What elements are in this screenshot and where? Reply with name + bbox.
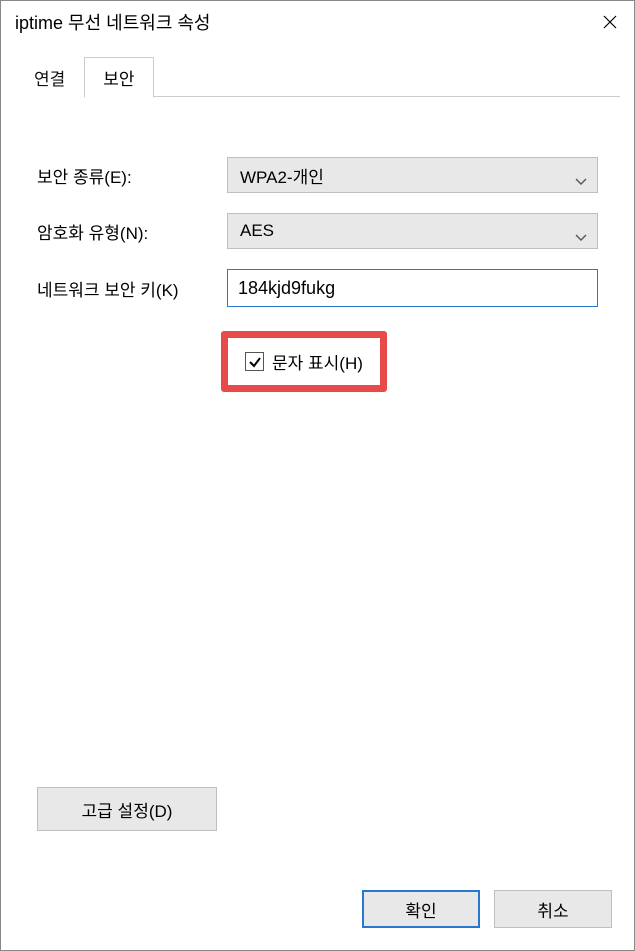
row-network-key: 네트워크 보안 키(K) [37, 269, 598, 307]
network-properties-window: iptime 무선 네트워크 속성 연결 보안 보안 종류(E): WPA2-개… [0, 0, 635, 951]
tab-connection[interactable]: 연결 [15, 57, 84, 97]
select-security-type-value: WPA2-개인 [240, 163, 324, 188]
tab-security-label: 보안 [103, 70, 134, 89]
ok-button-label: 확인 [405, 897, 436, 922]
row-encryption: 암호화 유형(N): AES [37, 213, 598, 249]
advanced-settings-button[interactable]: 고급 설정(D) [37, 787, 217, 831]
titlebar: iptime 무선 네트워크 속성 [1, 1, 634, 43]
tab-security[interactable]: 보안 [84, 57, 153, 98]
label-security-type: 보안 종류(E): [37, 163, 227, 188]
label-network-key: 네트워크 보안 키(K) [37, 276, 227, 301]
select-encryption-value: AES [240, 221, 274, 241]
chevron-down-icon [575, 227, 587, 235]
tab-connection-label: 연결 [34, 70, 65, 89]
window-title: iptime 무선 네트워크 속성 [15, 9, 211, 35]
select-security-type[interactable]: WPA2-개인 [227, 157, 598, 193]
input-network-key[interactable] [227, 269, 598, 307]
cancel-button-label: 취소 [537, 897, 568, 922]
row-show-characters[interactable]: 문자 표시(H) [227, 337, 381, 386]
label-show-characters: 문자 표시(H) [272, 349, 363, 374]
chevron-down-icon [575, 171, 587, 179]
row-security-type: 보안 종류(E): WPA2-개인 [37, 157, 598, 193]
tabstrip: 연결 보안 [1, 43, 634, 97]
select-encryption[interactable]: AES [227, 213, 598, 249]
cancel-button[interactable]: 취소 [494, 890, 612, 928]
tab-content-security: 보안 종류(E): WPA2-개인 암호화 유형(N): AES [1, 97, 634, 871]
close-icon[interactable] [598, 10, 622, 34]
ok-button[interactable]: 확인 [362, 890, 480, 928]
advanced-settings-label: 고급 설정(D) [82, 797, 173, 822]
label-encryption: 암호화 유형(N): [37, 219, 227, 244]
dialog-footer: 확인 취소 [1, 871, 634, 950]
checkbox-show-characters[interactable] [245, 352, 264, 371]
